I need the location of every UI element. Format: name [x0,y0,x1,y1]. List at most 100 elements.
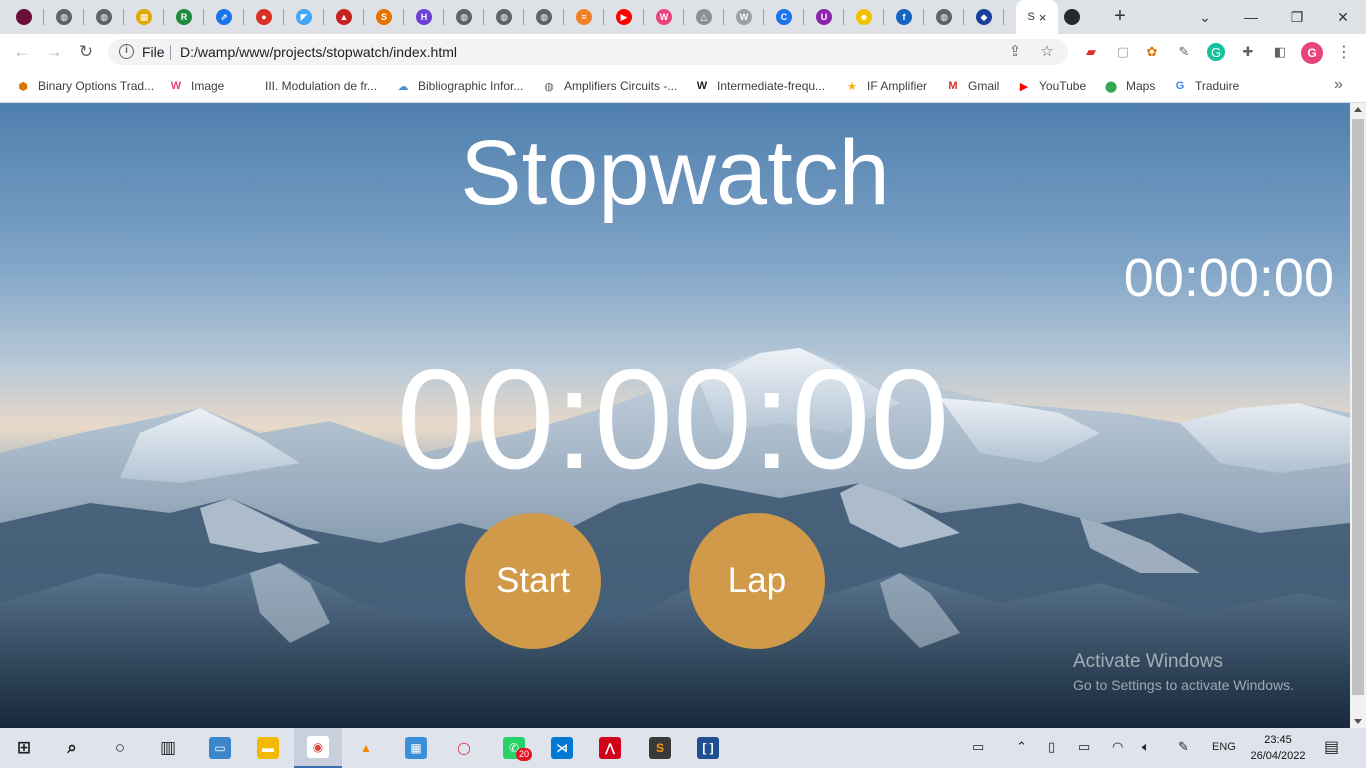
browser-tab[interactable]: W [644,0,684,34]
browser-tab[interactable]: ● [244,0,284,34]
browser-tab[interactable]: ◍ [444,0,484,34]
extension-doc-icon[interactable]: ▢ [1114,43,1132,61]
volume-icon[interactable]: 🔈︎ [1142,739,1150,755]
bookmark-item[interactable]: ☁ Bibliographic Infor... [395,76,524,96]
minimize-icon[interactable]: — [1228,0,1274,34]
taskbar-app[interactable]: ▬ [244,728,292,768]
browser-tab[interactable]: ≡ [564,0,604,34]
notifications-icon[interactable]: ▤ [1324,737,1339,757]
taskbar-app[interactable]: ✆ 20 [490,728,538,768]
profile-avatar[interactable]: G [1301,42,1323,64]
browser-tab[interactable]: ▲ [324,0,364,34]
bookmark-item[interactable]: ◍ Amplifiers Circuits -... [541,76,677,96]
bookmark-item[interactable]: ★ IF Amplifier [844,76,927,96]
bookmark-item[interactable]: ⬢ Binary Options Trad... [15,76,154,96]
browser-tab[interactable]: ◆ [964,0,1004,34]
bookmark-item[interactable]: W Image [168,76,225,96]
github-icon [1064,9,1080,25]
taskbar-app[interactable]: ◉ [294,728,342,768]
new-tab-button[interactable]: + [1108,5,1132,29]
bookmark-item[interactable]: ▶ YouTube [1016,76,1086,96]
start-icon: ⊞ [16,738,32,757]
show-hidden-icons-icon[interactable]: ⌃ [1016,739,1027,755]
device-icon[interactable]: ▯ [1048,739,1055,755]
bookmark-item[interactable]: G Traduire [1172,76,1240,96]
browser-tab[interactable]: ◍ [84,0,124,34]
restore-icon[interactable]: ❐ [1274,0,1320,34]
extensions-puzzle-icon[interactable]: ✚ [1239,43,1257,61]
tab-search-icon[interactable]: ⌄ [1182,0,1228,34]
browser-tab[interactable]: U [804,0,844,34]
browser-tab[interactable]: W [724,0,764,34]
system-clock[interactable]: 23:45 26/04/2022 [1248,732,1308,764]
browser-tab[interactable]: ☻ [844,0,884,34]
browser-tab[interactable] [1052,0,1092,34]
browser-tab[interactable]: △ [684,0,724,34]
browser-tab[interactable]: C [764,0,804,34]
w-icon: W [170,80,182,92]
taskbar-app[interactable]: ◯ [440,728,488,768]
w-gray-icon: W [736,9,752,25]
bookmark-item[interactable]: ⬤ Maps [1103,76,1156,96]
red-pin-icon: ● [256,9,272,25]
color-wheel-icon[interactable]: ✿ [1143,43,1161,61]
browser-tab[interactable] [4,0,44,34]
browser-tab[interactable]: H [404,0,444,34]
forward-button[interactable]: → [42,41,66,63]
address-bar[interactable]: i File D:/wamp/www/projects/stopwatch/in… [108,39,1068,65]
extension-red-icon[interactable]: ▰ [1082,43,1100,61]
reload-button[interactable]: ↻ [74,41,98,63]
lap-button[interactable]: Lap [689,513,825,649]
browser-tab[interactable]: ◍ [484,0,524,34]
triangle-icon: △ [696,9,712,25]
browser-tab[interactable]: ◍ [44,0,84,34]
taskbar-app[interactable]: ⋀ [586,728,634,768]
browser-tab[interactable]: f [884,0,924,34]
taskbar-app[interactable]: ⋊ [538,728,586,768]
close-tab-icon[interactable]: × [1039,10,1047,25]
browser-tab[interactable]: R [164,0,204,34]
maroon-dot-icon [16,9,32,25]
taskbar-app[interactable]: ▥ [144,728,192,768]
browser-tab[interactable]: ◤ [284,0,324,34]
taskbar-app[interactable]: S [636,728,684,768]
side-panel-icon[interactable]: ◧ [1271,43,1289,61]
scroll-up-arrow-icon[interactable] [1354,107,1362,112]
taskbar-app[interactable]: [ ] [684,728,732,768]
browser-tab[interactable]: ▦ [124,0,164,34]
info-icon[interactable]: i [119,44,134,59]
browser-tab[interactable]: ◍ [924,0,964,34]
taskbar-app[interactable]: ▲ [342,728,390,768]
grammarly-icon[interactable]: G [1207,43,1225,61]
url-text[interactable]: D:/wamp/www/projects/stopwatch/index.htm… [180,44,457,60]
taskbar-app[interactable]: ▦ [392,728,440,768]
taskbar-app[interactable]: ⌕ [48,728,96,768]
share-icon[interactable]: ⇪ [1006,43,1024,61]
bookmarks-overflow-icon[interactable]: » [1334,76,1343,94]
browser-tab[interactable]: ◍ [524,0,564,34]
language-indicator[interactable]: ENG [1212,741,1236,753]
wifi-icon[interactable]: ◠ [1112,739,1123,755]
back-button[interactable]: ← [10,41,34,63]
vertical-scrollbar[interactable] [1350,103,1366,728]
bookmark-item[interactable]: III. Modulation de fr... [242,76,377,96]
taskbar-app[interactable]: ⊞ [0,728,48,768]
bookmark-item[interactable]: W Intermediate-frequ... [694,76,825,96]
browser-tab[interactable]: ⇗ [204,0,244,34]
keyboard-layout-icon[interactable]: ▭ [972,739,984,755]
pen-icon[interactable]: ✎ [1178,739,1189,755]
taskbar-app[interactable]: ▭ [196,728,244,768]
close-window-icon[interactable]: ✕ [1320,0,1366,34]
taskbar-app[interactable]: ○ [96,728,144,768]
scroll-down-arrow-icon[interactable] [1354,719,1362,724]
bookmark-star-icon[interactable]: ☆ [1038,43,1056,61]
eyedropper-icon[interactable]: ✎ [1175,43,1193,61]
menu-kebab-icon[interactable]: ⋮ [1335,43,1353,61]
scroll-thumb[interactable] [1352,119,1364,695]
browser-tab[interactable]: S [364,0,404,34]
bookmark-label: Amplifiers Circuits -... [564,79,678,93]
start-button[interactable]: Start [465,513,601,649]
battery-icon[interactable]: ▭ [1078,739,1090,755]
browser-tab[interactable]: ▶ [604,0,644,34]
bookmark-item[interactable]: M Gmail [945,76,999,96]
